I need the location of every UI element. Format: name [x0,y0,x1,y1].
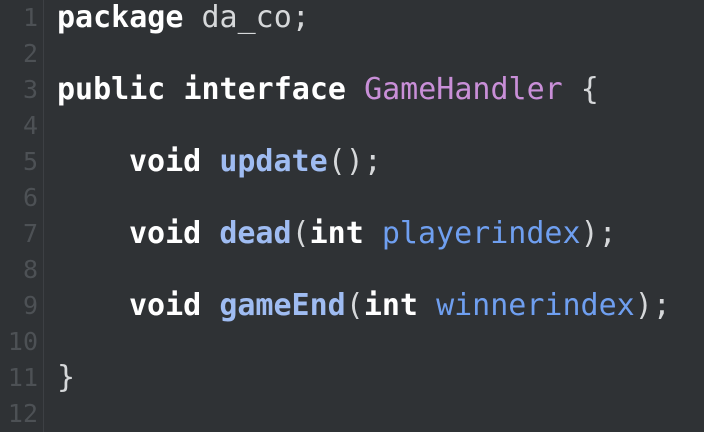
interface-name: GameHandler [364,72,563,107]
line-number: 4 [22,111,38,140]
package-name: da_co; [183,0,310,35]
code-line-update-method[interactable]: void update(); [57,144,382,180]
line-number: 1 [22,3,38,32]
keyword-package: package [57,0,184,35]
line-number: 10 [7,327,38,356]
line-number: 11 [7,363,38,392]
param-type-int: int [309,216,364,251]
keyword-void: void [129,144,202,179]
line-number: 9 [22,291,38,320]
close-brace: } [57,360,76,395]
code-line-gameend-method[interactable]: void gameEnd(int winnerindex); [57,288,671,324]
code-line-close-brace[interactable]: } [57,360,75,396]
line-number-gutter: 1 2 3 4 5 6 7 8 9 10 11 12 [0,0,42,432]
code-line-dead-method[interactable]: void dead(int playerindex); [57,216,617,252]
line-number: 3 [22,75,38,104]
code-editor[interactable]: 1 2 3 4 5 6 7 8 9 10 11 12 package da_co… [0,0,704,432]
line-number: 12 [7,399,38,428]
line-number: 2 [22,39,38,68]
line-number: 5 [22,147,38,176]
method-name-gameend: gameEnd [219,288,346,323]
keyword-interface: interface [183,72,346,107]
param-winnerindex: winnerindex [436,288,635,323]
gutter-separator [43,0,44,432]
method-parens: (); [327,144,382,179]
method-name-dead: dead [219,216,292,251]
method-name-update: update [219,144,328,179]
param-type-int: int [363,288,418,323]
keyword-void: void [129,288,202,323]
param-playerindex: playerindex [381,216,581,251]
code-line-interface-declaration[interactable]: public interface GameHandler { [57,72,599,108]
code-line-package[interactable]: package da_co; [57,0,310,36]
close-paren: ); [634,288,671,323]
keyword-public: public [57,72,166,107]
line-number: 6 [22,183,38,212]
keyword-void: void [129,216,202,251]
line-number: 8 [22,255,38,284]
close-paren: ); [580,216,617,251]
open-paren: ( [345,288,364,323]
line-number: 7 [22,219,38,248]
open-paren: ( [291,216,310,251]
open-brace: { [562,72,599,107]
